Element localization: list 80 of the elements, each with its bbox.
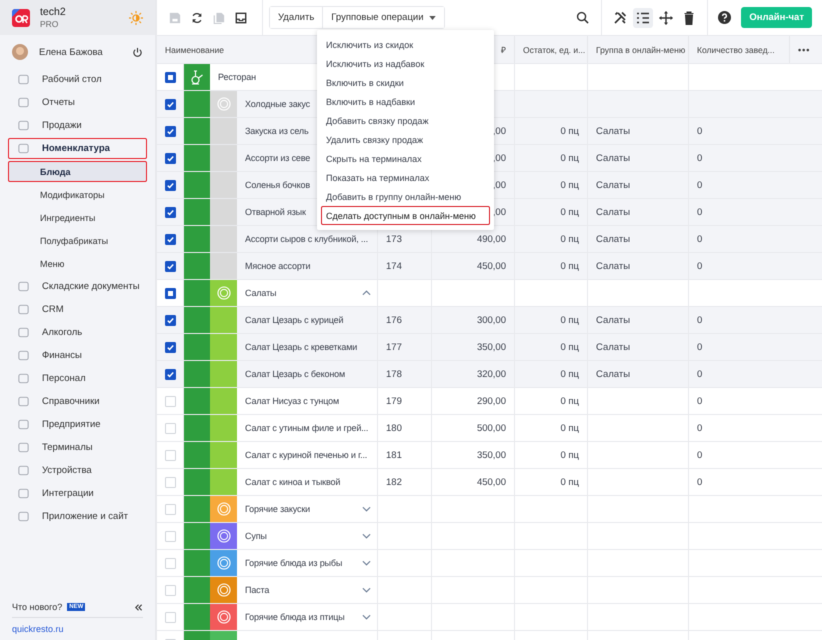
table-cell: 0 пц	[560, 342, 579, 352]
table-cell: Салаты	[596, 342, 630, 352]
dish-name: Ассорти из севе	[245, 153, 310, 163]
table-cell: 0 пц	[560, 206, 579, 218]
dish-name: Салат с утиным филе и грей...	[245, 423, 368, 433]
table-cell: 0	[697, 396, 702, 406]
table-cell: 181	[386, 450, 402, 460]
dish-name: Салат Нисуаз с тунцом	[245, 396, 340, 406]
table-cell: 500,00	[476, 422, 506, 434]
group-name: Супы	[245, 531, 267, 541]
group-name: Горячие блюда из птицы	[245, 612, 345, 622]
table-cell: 0	[697, 476, 702, 488]
table-cell: 0	[697, 206, 702, 218]
table-cell: Салаты	[596, 180, 630, 190]
table-cell: 0 пц	[560, 396, 579, 406]
table-cell: 0 пц	[560, 260, 579, 272]
table-cell: 300,00	[476, 314, 506, 326]
table-cell: 0	[697, 234, 702, 244]
table-cell: 0	[697, 126, 702, 136]
table-cell: ,00	[492, 180, 506, 190]
table-cell: Салаты	[596, 206, 630, 218]
table-cell: Салаты	[596, 314, 630, 326]
table-cell: 450,00	[476, 476, 506, 488]
user-name: Елена Бажова	[39, 46, 104, 58]
table-cell: 320,00	[476, 368, 506, 380]
table-cell: 180	[386, 422, 402, 434]
table-cell: 0 пц	[560, 314, 579, 326]
dish-name: Салат Цезарь с беконом	[245, 369, 346, 379]
group-name: Салаты	[245, 288, 276, 298]
table-cell: 0 пц	[560, 180, 579, 190]
table-cell: 0	[697, 450, 702, 460]
dish-name: Закуска из сель	[245, 126, 309, 136]
table-cell: 178	[386, 368, 402, 380]
table-cell: Салаты	[596, 152, 630, 164]
dish-name: Салат с куриной печенью и г...	[245, 450, 368, 460]
brand-name: tech2	[40, 6, 67, 18]
dish-name: Салат с киноа и тыквой	[245, 477, 340, 487]
dish-name: Отварной язык	[245, 207, 306, 217]
table-cell: 0 пц	[560, 126, 579, 136]
table-cell: 0	[697, 368, 702, 380]
table-cell: 450,00	[476, 260, 506, 272]
dish-name: Ассорти сыров с клубникой, ...	[245, 234, 368, 244]
group-name: Горячие блюда из рыбы	[245, 558, 342, 568]
table-cell: 0	[697, 260, 702, 272]
table-cell: 0	[697, 342, 702, 352]
table-cell: Салаты	[596, 368, 630, 380]
dish-name: Салат Цезарь с курицей	[245, 315, 344, 325]
table-cell: ,00	[492, 206, 506, 218]
table-cell: 173	[386, 234, 402, 244]
table-cell: 179	[386, 396, 402, 406]
table-cell: 490,00	[476, 234, 506, 244]
table-cell: 0 пц	[560, 234, 579, 244]
dish-name: Мясное ассорти	[245, 261, 310, 271]
plan-label: PRO	[40, 19, 60, 29]
table-cell: 0 пц	[560, 450, 579, 460]
table-cell: 290,00	[476, 396, 506, 406]
table-cell: Салаты	[596, 234, 630, 244]
table-cell: 182	[386, 476, 402, 488]
table-cell: 176	[386, 314, 402, 326]
table-cell: ,00	[492, 126, 506, 136]
table-cell: 350,00	[476, 450, 506, 460]
table-cell: Салаты	[596, 260, 630, 272]
table-cell: 0	[697, 180, 702, 190]
dish-name: Салат Цезарь с креветками	[245, 342, 358, 352]
group-name: Холодные закус	[245, 99, 310, 109]
table-cell: 0 пц	[560, 476, 579, 488]
table-cell: 177	[386, 342, 402, 352]
table-cell: 0	[697, 314, 702, 326]
group-name: Горячие закуски	[245, 504, 310, 514]
table-cell: 0	[697, 152, 702, 164]
table-cell: 174	[386, 260, 402, 272]
table-cell: Салаты	[596, 126, 630, 136]
table-cell: 0	[697, 422, 702, 434]
dish-name: Соленья бочков	[245, 180, 310, 190]
table-cell: 0 пц	[560, 422, 579, 434]
table-cell: 0 пц	[560, 152, 579, 164]
table-cell: 350,00	[476, 342, 506, 352]
group-name: Паста	[245, 585, 270, 595]
table-cell: ,00	[492, 152, 506, 164]
table-cell: 0 пц	[560, 368, 579, 380]
